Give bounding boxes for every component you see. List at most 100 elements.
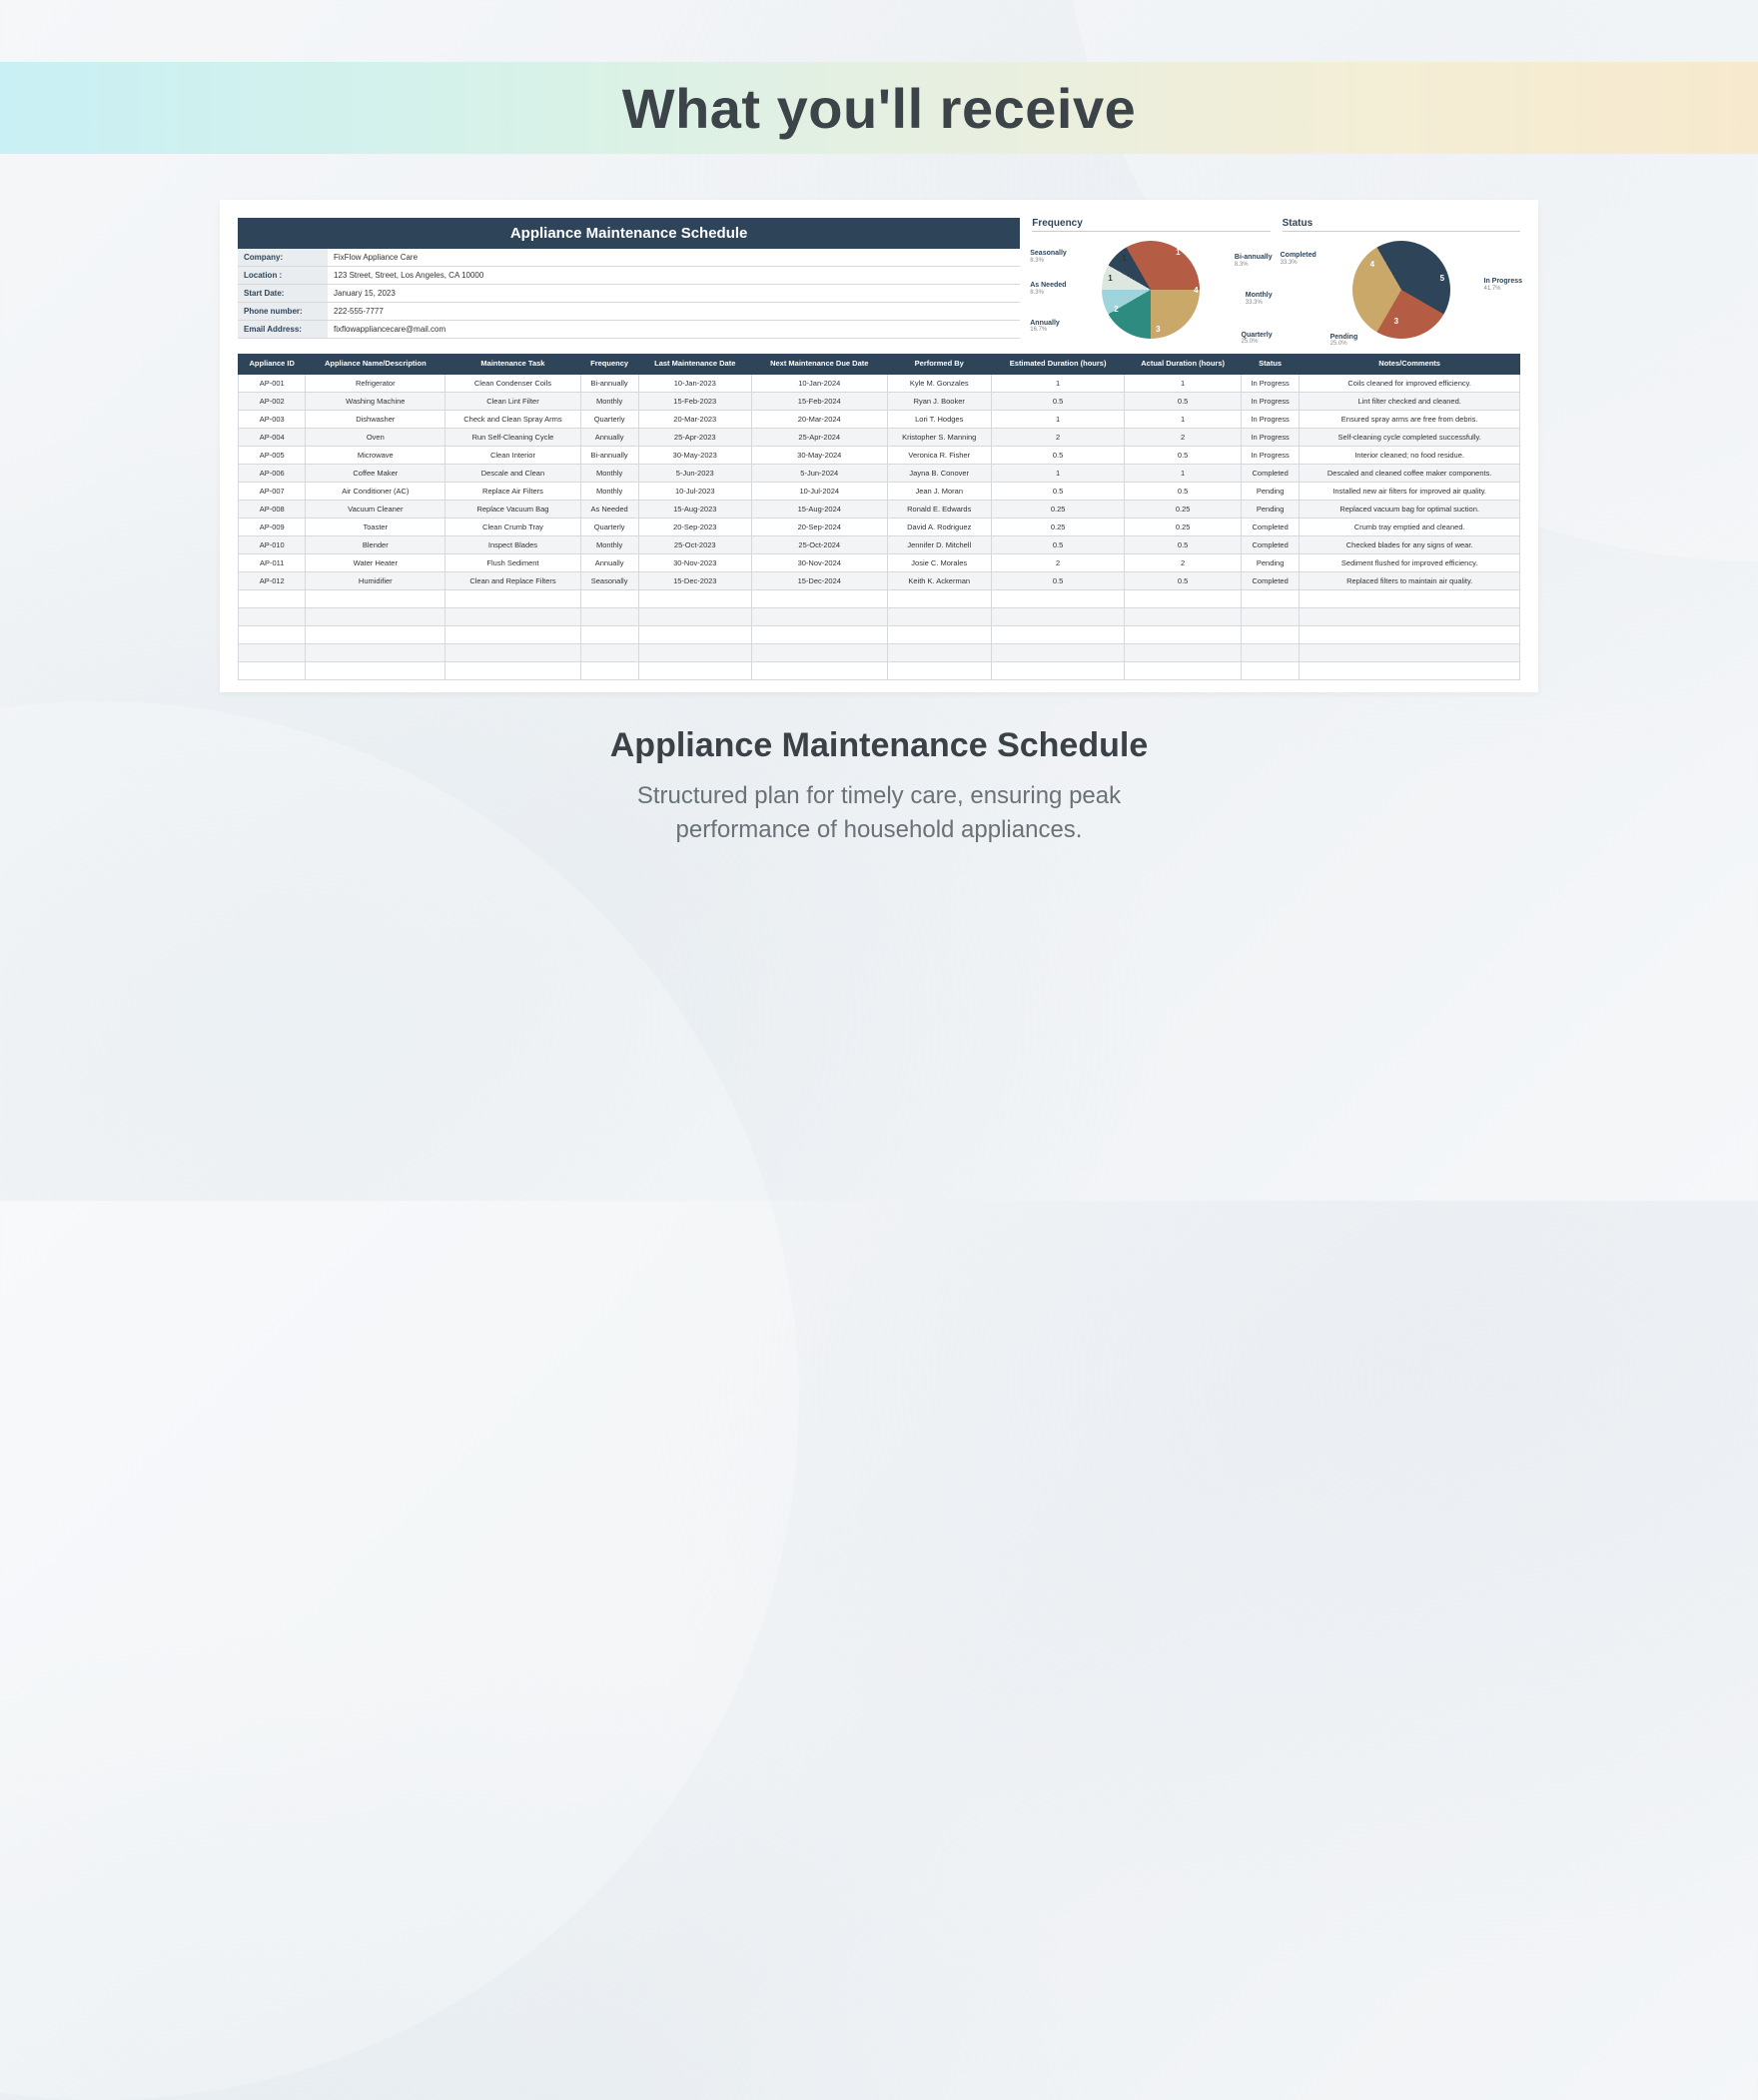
cell: Replace Vacuum Bag — [445, 500, 581, 518]
cell: In Progress — [1241, 374, 1299, 392]
cell: Dishwasher — [306, 410, 445, 428]
cell: 15-Dec-2024 — [752, 571, 888, 589]
cell: 2 — [991, 553, 1124, 571]
col-header: Maintenance Task — [445, 355, 581, 375]
cell: 0.5 — [991, 482, 1124, 500]
cell: Annually — [580, 428, 638, 446]
cell: Vacuum Cleaner — [306, 500, 445, 518]
cell: Seasonally — [580, 571, 638, 589]
col-header: Notes/Comments — [1300, 355, 1520, 375]
meta-value: January 15, 2023 — [328, 285, 1020, 302]
cell: David A. Rodriguez — [887, 518, 991, 535]
cell: 1 — [991, 464, 1124, 482]
table-row — [239, 643, 1520, 661]
cell: 2 — [991, 428, 1124, 446]
cell: 2 — [1125, 428, 1242, 446]
caption-title: Appliance Maintenance Schedule — [0, 726, 1758, 765]
cell: 15-Aug-2023 — [638, 500, 752, 518]
cell: Microwave — [306, 446, 445, 464]
cell: Oven — [306, 428, 445, 446]
meta-value: FixFlow Appliance Care — [328, 249, 1020, 266]
chart-label: Completed33.3% — [1281, 252, 1317, 266]
cell: 15-Dec-2023 — [638, 571, 752, 589]
table-row: AP-004OvenRun Self-Cleaning CycleAnnuall… — [239, 428, 1520, 446]
cell: AP-008 — [239, 500, 306, 518]
cell: Replaced filters to maintain air quality… — [1300, 571, 1520, 589]
col-header: Estimated Duration (hours) — [991, 355, 1124, 375]
cell: Ronald E. Edwards — [887, 500, 991, 518]
meta-key: Company: — [238, 249, 328, 266]
cell: Coils cleaned for improved efficiency. — [1300, 374, 1520, 392]
cell: 25-Oct-2024 — [752, 535, 888, 553]
meta-row: Company:FixFlow Appliance Care — [238, 249, 1020, 267]
cell: AP-010 — [239, 535, 306, 553]
table-row: AP-012HumidifierClean and Replace Filter… — [239, 571, 1520, 589]
cell: Monthly — [580, 482, 638, 500]
col-header: Actual Duration (hours) — [1125, 355, 1242, 375]
cell: Quarterly — [580, 410, 638, 428]
table-row: AP-001RefrigeratorClean Condenser CoilsB… — [239, 374, 1520, 392]
cell: 30-Nov-2024 — [752, 553, 888, 571]
cell: 25-Apr-2024 — [752, 428, 888, 446]
cell: AP-009 — [239, 518, 306, 535]
seg-count: 4 — [1194, 286, 1198, 295]
cell: 2 — [1125, 553, 1242, 571]
cell: Replaced vacuum bag for optimal suction. — [1300, 500, 1520, 518]
chart-label: Seasonally8.3% — [1030, 250, 1067, 264]
chart-label: Annually16.7% — [1030, 320, 1060, 334]
cell: 25-Apr-2023 — [638, 428, 752, 446]
seg-count: 4 — [1370, 260, 1374, 269]
cell: In Progress — [1241, 428, 1299, 446]
cell: Clean Lint Filter — [445, 392, 581, 410]
cell: Veronica R. Fisher — [887, 446, 991, 464]
schedule-table: Appliance IDAppliance Name/DescriptionMa… — [238, 354, 1520, 680]
meta-key: Phone number: — [238, 303, 328, 320]
cell: 0.5 — [991, 571, 1124, 589]
cell: Air Conditioner (AC) — [306, 482, 445, 500]
cell: Monthly — [580, 464, 638, 482]
table-row: AP-007Air Conditioner (AC)Replace Air Fi… — [239, 482, 1520, 500]
cell: Humidifier — [306, 571, 445, 589]
cell: 20-Mar-2023 — [638, 410, 752, 428]
cell: 0.5 — [1125, 571, 1242, 589]
meta-key: Email Address: — [238, 321, 328, 338]
cell: Sediment flushed for improved efficiency… — [1300, 553, 1520, 571]
seg-count: 3 — [1394, 317, 1398, 326]
cell: Self-cleaning cycle completed successful… — [1300, 428, 1520, 446]
cell: In Progress — [1241, 410, 1299, 428]
cell: Clean Crumb Tray — [445, 518, 581, 535]
cell: 0.25 — [1125, 518, 1242, 535]
cell: AP-011 — [239, 553, 306, 571]
meta-row: Email Address:fixflowappliancecare@mail.… — [238, 321, 1020, 339]
cell: Jennifer D. Mitchell — [887, 535, 991, 553]
cell: Clean Interior — [445, 446, 581, 464]
cell: 0.5 — [991, 392, 1124, 410]
cell: Bi-annually — [580, 374, 638, 392]
cell: Pending — [1241, 500, 1299, 518]
cell: AP-005 — [239, 446, 306, 464]
cell: Pending — [1241, 482, 1299, 500]
hero-band: What you'll receive — [0, 62, 1758, 154]
chart-label: Quarterly25.0% — [1242, 332, 1273, 346]
col-header: Status — [1241, 355, 1299, 375]
table-row — [239, 607, 1520, 625]
cell: Descale and Clean — [445, 464, 581, 482]
cell: Installed new air filters for improved a… — [1300, 482, 1520, 500]
cell: 1 — [1125, 410, 1242, 428]
cell: 0.25 — [1125, 500, 1242, 518]
cell: 0.5 — [991, 535, 1124, 553]
meta-row: Phone number:222-555-7777 — [238, 303, 1020, 321]
cell: Josie C. Morales — [887, 553, 991, 571]
cell: Ensured spray arms are free from debris. — [1300, 410, 1520, 428]
cell: 30-May-2023 — [638, 446, 752, 464]
meta-row: Location :123 Street, Street, Los Angele… — [238, 267, 1020, 285]
col-header: Next Maintenance Due Date — [752, 355, 888, 375]
cell: 0.25 — [991, 500, 1124, 518]
table-row: AP-010BlenderInspect BladesMonthly25-Oct… — [239, 535, 1520, 553]
table-row: AP-005MicrowaveClean InteriorBi-annually… — [239, 446, 1520, 464]
cell: Completed — [1241, 535, 1299, 553]
cell: Crumb tray emptied and cleaned. — [1300, 518, 1520, 535]
cell: 1 — [1125, 374, 1242, 392]
cell: Annually — [580, 553, 638, 571]
table-row: AP-008Vacuum CleanerReplace Vacuum BagAs… — [239, 500, 1520, 518]
